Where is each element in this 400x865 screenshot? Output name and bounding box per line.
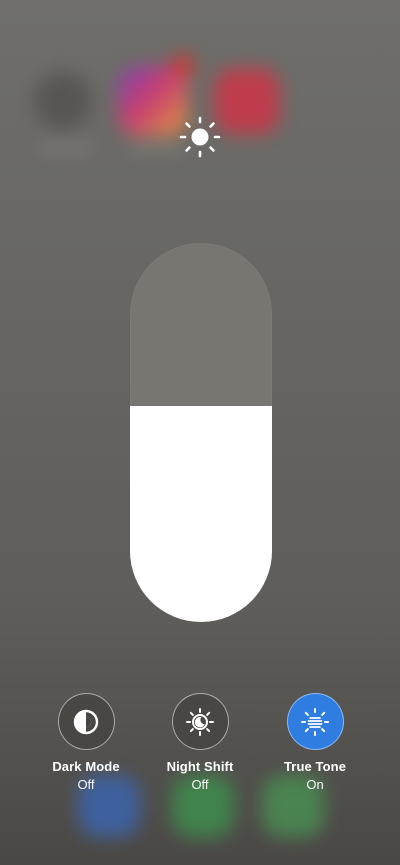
night-shift-label: Night Shift [166,759,234,774]
background-badge [172,54,194,76]
true-tone-icon [301,707,329,736]
night-shift-control: Night Shift Off [140,693,260,793]
true-tone-control: True Tone On [255,693,375,793]
dark-mode-control: Dark Mode Off [26,693,146,793]
true-tone-state: On [306,777,324,792]
background-label [128,145,184,151]
night-shift-state: Off [191,777,209,792]
true-tone-button[interactable] [286,693,344,750]
background-label [40,145,92,151]
dark-mode-button[interactable] [57,693,115,750]
dark-mode-state: Off [77,777,95,792]
dark-mode-icon [73,709,99,734]
sun-icon [179,116,221,158]
background-app [214,68,280,134]
night-shift-icon [186,707,214,736]
brightness-slider-fill [130,405,272,622]
brightness-slider[interactable] [130,243,272,622]
dark-mode-label: Dark Mode [52,759,120,774]
background-app [34,72,92,130]
true-tone-label: True Tone [283,759,347,774]
night-shift-button[interactable] [171,693,229,750]
